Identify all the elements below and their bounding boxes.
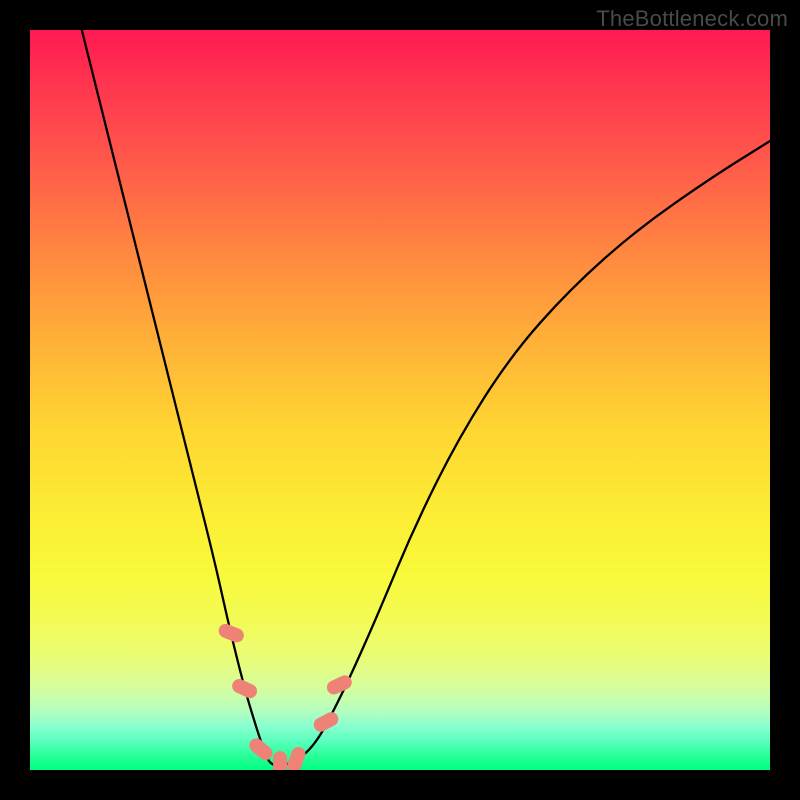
- chart-svg: [30, 30, 770, 770]
- chart-frame: [30, 30, 770, 770]
- marker-e: [285, 745, 307, 770]
- chart-curve: [82, 30, 770, 766]
- watermark-text: TheBottleneck.com: [596, 6, 788, 32]
- marker-d: [273, 751, 287, 770]
- marker-b: [230, 677, 259, 701]
- chart-markers: [217, 622, 354, 770]
- curve-path: [82, 30, 770, 766]
- marker-f: [311, 710, 341, 735]
- marker-a: [217, 622, 246, 645]
